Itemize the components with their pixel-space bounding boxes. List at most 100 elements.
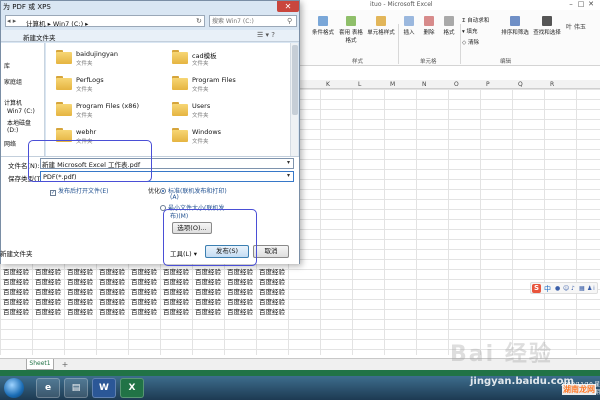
nav-item-drive-d[interactable]: 本地磁盘 (D:) [7,118,44,134]
back-arrow-icon[interactable]: ◂ ▸ [7,17,16,25]
worksheet-cell[interactable]: 百度经验 [0,296,32,306]
worksheet-cell[interactable]: 百度经验 [160,306,192,316]
worksheet-cell[interactable]: 百度经验 [32,276,64,286]
folder-item[interactable]: Program Files (x86) 文件夹 [52,100,172,122]
worksheet-cell[interactable]: 百度经验 [192,286,224,296]
column-header[interactable]: L [358,81,361,88]
refresh-icon[interactable]: ↻ [196,17,202,25]
chevron-down-icon[interactable]: ▾ [287,172,290,179]
column-header[interactable]: Q [518,81,523,88]
worksheet-cell[interactable]: 百度经验 [96,306,128,316]
scrollbar-thumb[interactable] [292,45,298,115]
nav-item-network[interactable]: 网络 [4,139,16,148]
insert-button[interactable]: 插入 [400,16,418,36]
folder-item[interactable]: baidujingyan 文件夹 [52,48,172,70]
worksheet-cell[interactable]: 百度经验 [160,276,192,286]
start-button[interactable] [4,378,24,398]
search-icon[interactable]: ⚲ [287,17,292,25]
worksheet-cell[interactable]: 百度经验 [160,266,192,276]
autosum-button[interactable]: Σ 自动求和 [462,16,489,24]
worksheet-cell[interactable]: 百度经验 [32,266,64,276]
worksheet-cell[interactable]: 百度经验 [128,286,160,296]
minimize-icon[interactable]: – [566,0,576,8]
new-folder-link[interactable]: 新建文件夹 [0,248,33,258]
clear-button[interactable]: ◇ 清除 [462,38,479,46]
keyboard-icon[interactable]: ▦ [579,285,585,292]
worksheet-cell[interactable]: 百度经验 [0,276,32,286]
worksheet-cell[interactable]: 百度经验 [64,296,96,306]
format-button[interactable]: 格式 [440,16,458,36]
maximize-icon[interactable]: □ [576,0,586,8]
worksheet-cell[interactable]: 百度经验 [96,296,128,306]
worksheet-cell[interactable]: 百度经验 [96,286,128,296]
worksheet-cell[interactable]: 百度经验 [224,276,256,286]
worksheet-cell[interactable]: 百度经验 [256,296,288,306]
sort-filter-button[interactable]: 排序和筛选 [500,16,530,36]
conditional-format-button[interactable]: 条件格式 [310,16,336,36]
column-header[interactable]: K [326,81,330,88]
fill-button[interactable]: ▾ 填充 [462,27,478,35]
worksheet-cell[interactable]: 百度经验 [32,306,64,316]
worksheet-cell[interactable]: 百度经验 [160,286,192,296]
dialog-close-button[interactable]: ✕ [277,1,299,12]
worksheet-cell[interactable]: 百度经验 [224,286,256,296]
worksheet-cell[interactable]: 百度经验 [192,266,224,276]
folder-item[interactable]: PerfLogs 文件夹 [52,74,172,96]
emoji-icon[interactable]: ☺ [563,285,569,292]
column-header[interactable]: R [550,81,554,88]
worksheet-cell[interactable]: 百度经验 [96,276,128,286]
word-taskbar-button[interactable]: W [92,378,116,398]
address-bar[interactable]: ◂ ▸ 计算机 ▸ Win7 (C:) ▸ ↻ [5,15,205,28]
worksheet-cell[interactable]: 百度经验 [192,306,224,316]
delete-button[interactable]: 删除 [420,16,438,36]
worksheet-cell[interactable]: 百度经验 [0,306,32,316]
worksheet-cell[interactable]: 百度经验 [64,266,96,276]
folder-item[interactable]: Users 文件夹 [168,100,288,122]
close-icon[interactable]: ✕ [586,0,596,8]
file-list-scrollbar[interactable] [290,43,298,156]
nav-item-computer[interactable]: 计算机 [4,98,22,107]
sheet-tab[interactable]: Sheet1 [26,359,54,370]
worksheet-cell[interactable]: 百度经验 [256,276,288,286]
search-box[interactable]: ⚲ [209,15,297,27]
radio-selected-icon[interactable] [160,188,166,194]
worksheet-cell[interactable]: 百度经验 [0,286,32,296]
worksheet-cell[interactable]: 百度经验 [128,306,160,316]
worksheet-cell[interactable]: 百度经验 [224,266,256,276]
worksheet-cell[interactable]: 百度经验 [256,306,288,316]
column-header[interactable]: P [486,81,490,88]
add-sheet-button[interactable]: + [60,360,70,369]
column-header[interactable]: O [454,81,459,88]
new-folder-button[interactable]: 新建文件夹 [23,32,56,42]
worksheet-cell[interactable]: 百度经验 [224,306,256,316]
ime-mode-toggle[interactable]: 中 [544,284,551,294]
column-header[interactable]: M [390,81,395,88]
ime-toolbar[interactable]: S 中 ● ☺ ♪ ▦ ♟ ⁞ [530,282,598,294]
worksheet-cell[interactable]: 百度经验 [128,276,160,286]
folder-item[interactable]: Program Files 文件夹 [168,74,288,96]
worksheet-cell[interactable]: 百度经验 [128,296,160,306]
folder-item[interactable]: Windows 文件夹 [168,126,288,148]
worksheet-cell[interactable]: 百度经验 [0,266,32,276]
worksheet-cell[interactable]: 百度经验 [256,266,288,276]
worksheet-cell[interactable]: 百度经验 [32,286,64,296]
column-header[interactable]: N [422,81,427,88]
microphone-icon[interactable]: ♪ [571,285,575,292]
worksheet-cell[interactable]: 百度经验 [64,276,96,286]
grid-icon[interactable]: ⁞ [593,285,595,292]
punctuation-icon[interactable]: ● [555,285,560,292]
explorer-taskbar-button[interactable]: ▤ [64,378,88,398]
view-options-icon[interactable]: ☰ ▾ ? [257,31,275,39]
format-as-table-button[interactable]: 套用 表格格式 [338,16,364,44]
user-icon[interactable]: ♟ [587,285,592,292]
address-path[interactable]: 计算机 ▸ Win7 (C:) ▸ [26,18,88,28]
worksheet-cell[interactable]: 百度经验 [32,296,64,306]
ie-taskbar-button[interactable]: e [36,378,60,398]
worksheet-cell[interactable]: 百度经验 [256,286,288,296]
nav-item-libraries[interactable]: 库 [4,61,10,70]
checkbox-checked-icon[interactable]: ✓ [50,190,56,196]
worksheet-cell[interactable]: 百度经验 [224,296,256,306]
open-after-publish-checkbox[interactable]: ✓ 发布后打开文件(E) [50,186,108,196]
excel-taskbar-button[interactable]: X [120,378,144,398]
search-input[interactable] [212,17,286,26]
